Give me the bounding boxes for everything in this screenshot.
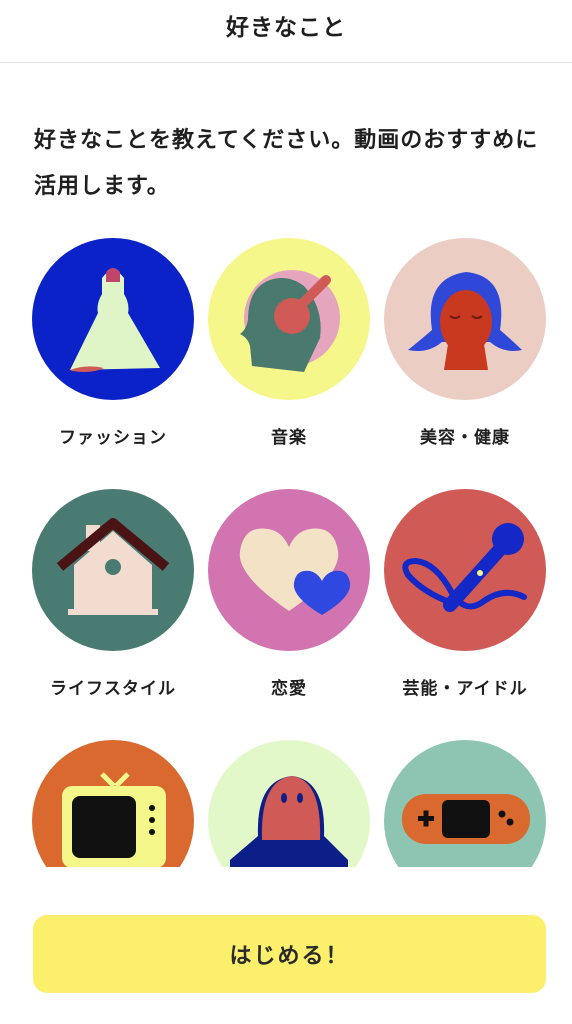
category-label: ファッション	[59, 428, 167, 448]
category-romance[interactable]: 恋愛	[204, 489, 374, 699]
category-label: 美容・健康	[420, 428, 510, 448]
ghost-icon	[208, 740, 370, 867]
game-console-icon	[384, 740, 546, 867]
category-label: 恋愛	[271, 679, 307, 699]
headphones-icon	[208, 238, 370, 400]
category-lifestyle[interactable]: ライフスタイル	[28, 489, 198, 699]
page-title: 好きなこと	[226, 15, 346, 41]
house-icon	[32, 489, 194, 651]
category-game[interactable]	[380, 740, 550, 867]
category-character[interactable]	[204, 740, 374, 867]
face-icon	[384, 238, 546, 400]
category-label: 芸能・アイドル	[402, 679, 528, 699]
category-label: 音楽	[271, 428, 307, 448]
category-fashion[interactable]: ファッション	[28, 238, 198, 448]
tv-icon	[32, 740, 194, 867]
heart-icon	[208, 489, 370, 651]
category-tv[interactable]	[28, 740, 198, 867]
header: 好きなこと	[0, 0, 572, 63]
microphone-icon	[384, 489, 546, 651]
start-button[interactable]: はじめる！	[33, 915, 546, 993]
intro-text: 好きなことを教えてください。動画のおすすめに活用します。	[34, 128, 539, 199]
dress-icon	[32, 238, 194, 400]
category-label: ライフスタイル	[50, 679, 176, 699]
category-music[interactable]: 音楽	[204, 238, 374, 448]
category-entertainment-idol[interactable]: 芸能・アイドル	[380, 489, 550, 699]
category-beauty-health[interactable]: 美容・健康	[380, 238, 550, 448]
